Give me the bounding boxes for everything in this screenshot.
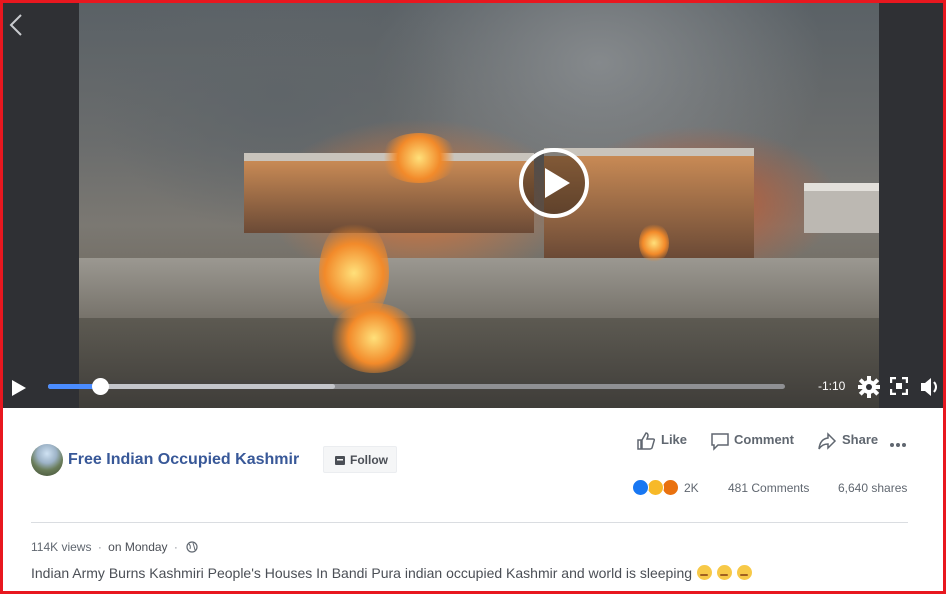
- reaction-count: 2K: [684, 481, 699, 495]
- like-button[interactable]: Like: [636, 432, 696, 452]
- fullscreen-icon: [889, 376, 909, 396]
- more-options-button[interactable]: [889, 435, 907, 453]
- post-caption: Indian Army Burns Kashmiri People's Hous…: [31, 565, 752, 581]
- comments-count-link[interactable]: 481 Comments: [728, 481, 809, 495]
- volume-icon: [921, 378, 937, 396]
- sad-reaction-icon: [647, 479, 664, 496]
- video-scene-fire: [329, 303, 419, 373]
- page-avatar[interactable]: [31, 444, 63, 476]
- comment-button[interactable]: Comment: [710, 432, 805, 452]
- play-icon: [12, 380, 26, 396]
- back-arrow-icon[interactable]: [9, 13, 23, 42]
- share-button[interactable]: Share: [817, 432, 887, 452]
- play-button[interactable]: [11, 379, 27, 402]
- follow-button[interactable]: Follow: [323, 446, 397, 473]
- reactions-summary[interactable]: 2K: [632, 479, 702, 497]
- view-count: 114K views: [31, 540, 92, 554]
- meta-separator: ·: [97, 540, 102, 554]
- like-reaction-icon: [632, 479, 649, 496]
- sleeping-face-emoji-icon: [696, 565, 712, 580]
- globe-icon: [186, 541, 198, 553]
- post-info-panel: Free Indian Occupied Kashmir Follow Like…: [3, 408, 943, 591]
- video-frame[interactable]: [79, 3, 879, 408]
- like-label: Like: [661, 432, 688, 447]
- play-icon: [545, 168, 570, 198]
- caption-text: Indian Army Burns Kashmiri People's Hous…: [31, 565, 693, 581]
- thumbs-up-icon: [637, 432, 656, 450]
- video-scene-house: [804, 183, 879, 233]
- divider: [31, 522, 908, 523]
- video-player[interactable]: -1:10: [3, 3, 943, 408]
- post-date-link[interactable]: on Monday: [108, 540, 167, 554]
- shares-count-link[interactable]: 6,640 shares: [838, 481, 907, 495]
- fullscreen-button[interactable]: [889, 376, 909, 400]
- gear-icon: [858, 376, 880, 398]
- angry-reaction-icon: [662, 479, 679, 496]
- progress-scrubber-handle[interactable]: [91, 378, 109, 395]
- post-meta: 114K views · on Monday ·: [31, 540, 198, 554]
- video-scene-fire: [379, 133, 459, 183]
- video-controls-bar: -1:10: [3, 368, 943, 408]
- follow-label: Follow: [350, 453, 388, 467]
- time-remaining: -1:10: [818, 379, 846, 393]
- meta-separator: ·: [173, 540, 178, 554]
- more-dots-icon: [890, 443, 906, 447]
- share-label: Share: [842, 432, 879, 447]
- sleeping-face-emoji-icon: [716, 565, 732, 580]
- comment-icon: [711, 433, 729, 451]
- comment-label: Comment: [734, 432, 794, 447]
- sleeping-face-emoji-icon: [736, 565, 752, 580]
- progress-bar[interactable]: [48, 378, 785, 395]
- page-name-link[interactable]: Free Indian Occupied Kashmir: [68, 451, 299, 469]
- video-scene-wall: [79, 258, 879, 318]
- share-icon: [818, 432, 837, 450]
- settings-button[interactable]: [858, 376, 880, 403]
- follow-icon: [335, 456, 345, 465]
- video-scene-fire: [639, 223, 669, 263]
- volume-button[interactable]: [920, 376, 940, 403]
- center-play-button[interactable]: [519, 148, 589, 218]
